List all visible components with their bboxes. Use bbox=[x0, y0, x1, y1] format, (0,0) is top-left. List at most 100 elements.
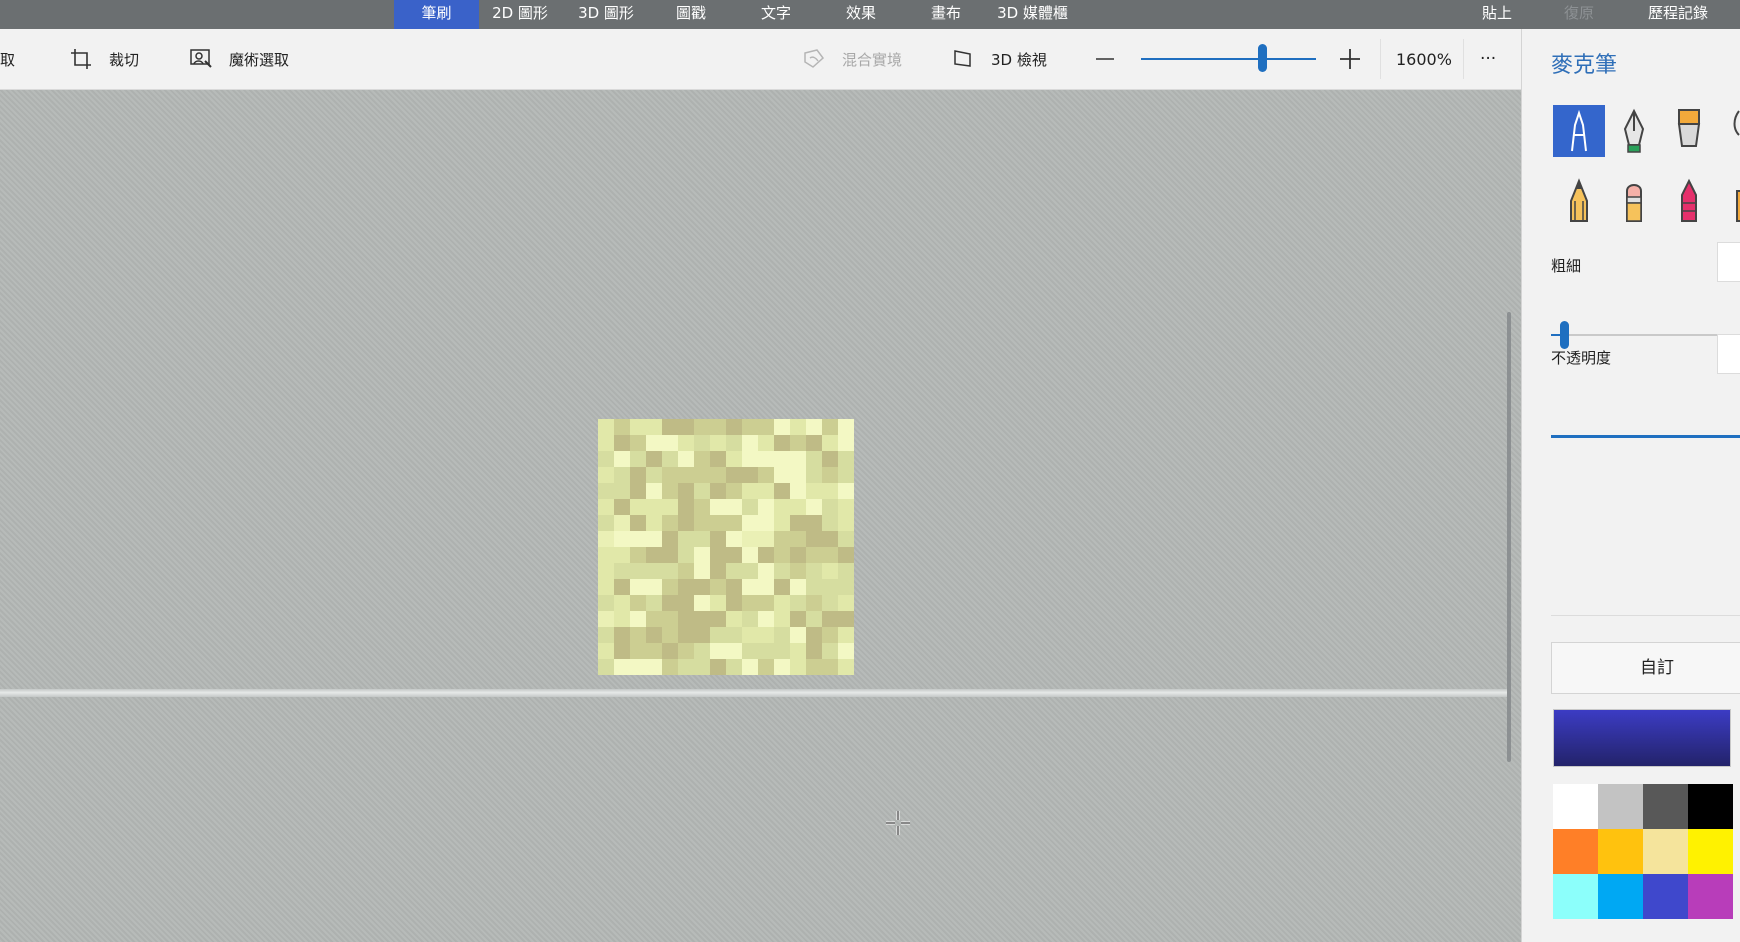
color-swatch[interactable] bbox=[1643, 874, 1688, 919]
pencil-icon bbox=[1570, 178, 1588, 222]
canvas-pixel bbox=[646, 547, 662, 563]
canvas-pixel bbox=[646, 579, 662, 595]
canvas-pixel bbox=[694, 451, 710, 467]
canvas-pixel bbox=[742, 595, 758, 611]
canvas-pixel bbox=[838, 435, 854, 451]
zoom-level[interactable]: 1600% bbox=[1396, 29, 1452, 89]
minus-icon bbox=[1096, 58, 1114, 60]
canvas-pixel bbox=[790, 659, 806, 675]
canvas-pixel bbox=[822, 499, 838, 515]
tab-2d-shapes[interactable]: 2D 圖形 bbox=[480, 0, 560, 29]
thickness-slider-thumb[interactable] bbox=[1560, 321, 1569, 349]
color-swatch[interactable] bbox=[1553, 874, 1598, 919]
marker-icon bbox=[1571, 109, 1587, 152]
canvas-pixel bbox=[646, 451, 662, 467]
view-3d-label: 3D 檢視 bbox=[991, 50, 1047, 69]
canvas-pixel bbox=[726, 419, 742, 435]
crop-icon bbox=[71, 49, 91, 69]
history-button[interactable]: 歷程記錄 bbox=[1628, 0, 1728, 29]
canvas-resize-edge[interactable] bbox=[0, 689, 1510, 697]
crayon-brush[interactable] bbox=[1663, 175, 1715, 227]
select-button[interactable]: 選取 bbox=[0, 29, 15, 89]
canvas-pixel bbox=[598, 451, 614, 467]
canvas-pixel bbox=[726, 435, 742, 451]
pixel-art-canvas[interactable] bbox=[598, 419, 854, 675]
tab-3d-shapes[interactable]: 3D 圖形 bbox=[565, 0, 647, 29]
zoom-in-button[interactable] bbox=[1338, 29, 1362, 89]
canvas-pixel bbox=[758, 499, 774, 515]
canvas-pixel bbox=[726, 659, 742, 675]
tab-effects[interactable]: 效果 bbox=[822, 0, 900, 29]
watercolor-brush[interactable] bbox=[1718, 105, 1740, 157]
color-swatch[interactable] bbox=[1688, 874, 1733, 919]
canvas-pixel bbox=[646, 611, 662, 627]
marker-brush[interactable] bbox=[1553, 105, 1605, 157]
canvas-pixel bbox=[710, 499, 726, 515]
canvas-pixel bbox=[726, 467, 742, 483]
canvas-pixel bbox=[838, 627, 854, 643]
canvas-pixel bbox=[646, 467, 662, 483]
canvas-pixel bbox=[694, 467, 710, 483]
canvas-pixel bbox=[742, 499, 758, 515]
canvas-pixel bbox=[838, 547, 854, 563]
canvas-workspace[interactable] bbox=[0, 90, 1521, 942]
opacity-input[interactable] bbox=[1717, 334, 1740, 374]
zoom-slider[interactable] bbox=[1141, 58, 1316, 60]
canvas-pixel bbox=[758, 595, 774, 611]
canvas-pixel bbox=[774, 483, 790, 499]
canvas-pixel bbox=[822, 483, 838, 499]
custom-color-button[interactable]: 自訂 bbox=[1551, 642, 1740, 694]
crayon-icon bbox=[1681, 178, 1697, 222]
canvas-pixel bbox=[806, 419, 822, 435]
canvas-pixel bbox=[838, 419, 854, 435]
watercolor-icon bbox=[1733, 110, 1740, 136]
tab-3d-library[interactable]: 3D 媒體櫃 bbox=[990, 0, 1075, 29]
color-swatch[interactable] bbox=[1598, 829, 1643, 874]
tab-text[interactable]: 文字 bbox=[737, 0, 815, 29]
calligraphy-pen-brush[interactable] bbox=[1608, 105, 1660, 157]
canvas-pixel bbox=[790, 451, 806, 467]
undo-button[interactable]: 復原 bbox=[1554, 0, 1604, 29]
pixel-pen-brush[interactable] bbox=[1718, 175, 1740, 227]
color-swatch[interactable] bbox=[1688, 784, 1733, 829]
tab-brushes[interactable]: 筆刷 bbox=[394, 0, 479, 29]
mixed-reality-button[interactable]: 混合實境 bbox=[802, 29, 902, 89]
canvas-pixel bbox=[598, 595, 614, 611]
thickness-input[interactable] bbox=[1717, 242, 1740, 282]
color-swatch[interactable] bbox=[1553, 829, 1598, 874]
canvas-pixel bbox=[598, 531, 614, 547]
crop-button[interactable]: 裁切 bbox=[69, 29, 139, 89]
thickness-slider[interactable] bbox=[1566, 334, 1740, 336]
zoom-slider-thumb[interactable] bbox=[1258, 44, 1267, 72]
crosshair-cursor-icon bbox=[886, 811, 910, 835]
vertical-scrollbar[interactable] bbox=[1507, 312, 1511, 762]
pencil-brush[interactable] bbox=[1553, 175, 1605, 227]
tab-canvas[interactable]: 畫布 bbox=[907, 0, 985, 29]
tab-stickers[interactable]: 圖戳 bbox=[652, 0, 730, 29]
canvas-pixel bbox=[630, 451, 646, 467]
color-swatch[interactable] bbox=[1643, 829, 1688, 874]
more-options-button[interactable]: ··· bbox=[1480, 29, 1496, 89]
color-swatch[interactable] bbox=[1553, 784, 1598, 829]
canvas-pixel bbox=[694, 499, 710, 515]
color-swatch[interactable] bbox=[1598, 874, 1643, 919]
eraser-brush[interactable] bbox=[1608, 175, 1660, 227]
color-swatch[interactable] bbox=[1643, 784, 1688, 829]
canvas-pixel bbox=[678, 499, 694, 515]
canvas-pixel bbox=[806, 643, 822, 659]
color-swatch[interactable] bbox=[1598, 784, 1643, 829]
canvas-pixel bbox=[726, 627, 742, 643]
canvas-pixel bbox=[838, 451, 854, 467]
canvas-pixel bbox=[790, 563, 806, 579]
canvas-pixel bbox=[614, 419, 630, 435]
color-swatch[interactable] bbox=[1688, 829, 1733, 874]
canvas-pixel bbox=[662, 563, 678, 579]
zoom-out-button[interactable] bbox=[1094, 29, 1116, 89]
oil-brush[interactable] bbox=[1663, 105, 1715, 157]
current-color-swatch[interactable] bbox=[1553, 709, 1731, 767]
magic-select-button[interactable]: 魔術選取 bbox=[189, 29, 289, 89]
canvas-pixel bbox=[630, 627, 646, 643]
view-3d-button[interactable]: 3D 檢視 bbox=[951, 29, 1047, 89]
opacity-slider[interactable] bbox=[1551, 435, 1740, 438]
paste-button[interactable]: 貼上 bbox=[1472, 0, 1522, 29]
